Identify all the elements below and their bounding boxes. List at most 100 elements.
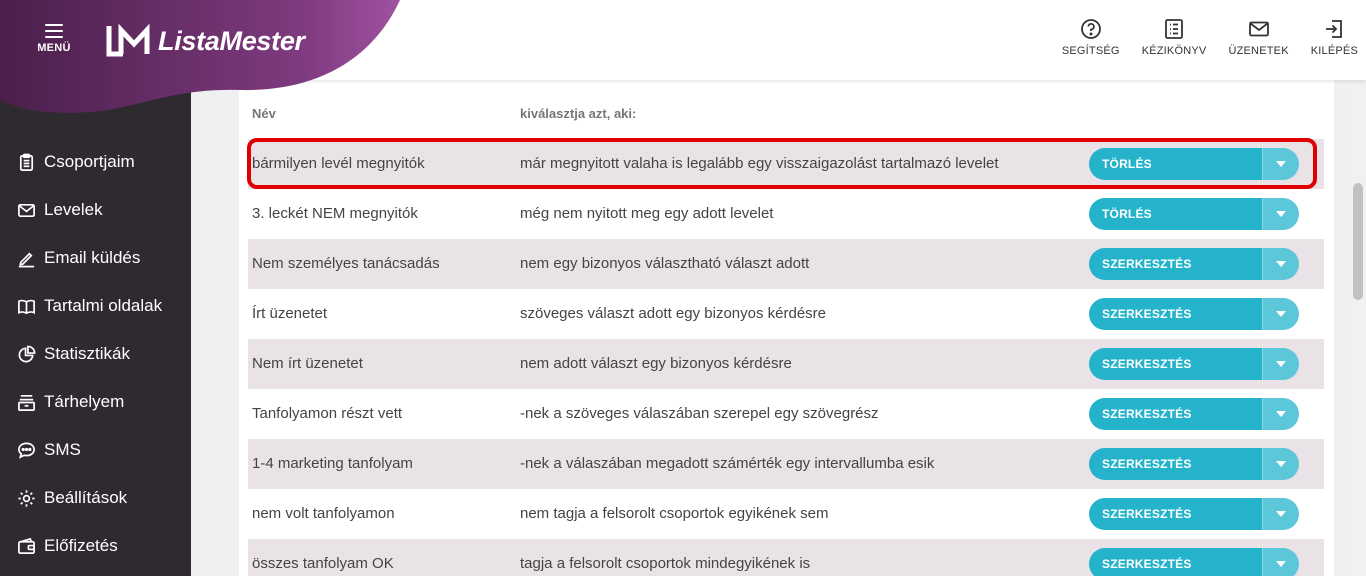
hamburger-icon <box>45 24 63 38</box>
row-action-button: SZERKESZTÉS <box>1089 298 1299 330</box>
sidebar-item-label: SMS <box>44 440 81 459</box>
row-name: Nem írt üzenetet <box>252 355 363 372</box>
action-dropdown-toggle[interactable] <box>1262 348 1299 380</box>
row-name: Tanfolyamon részt vett <box>252 405 403 422</box>
logo[interactable]: ListaMester <box>104 24 305 58</box>
help-label: SEGÍTSÉG <box>1061 45 1120 57</box>
caret-down-icon <box>1276 311 1286 317</box>
logo-text: ListaMester <box>158 25 305 56</box>
action-dropdown-toggle[interactable] <box>1262 548 1299 576</box>
table-row: 1-4 marketing tanfolyam -nek a válaszába… <box>248 439 1324 489</box>
row-name: 1-4 marketing tanfolyam <box>252 455 413 472</box>
table-row: Nem személyes tanácsadás nem egy bizonyo… <box>248 239 1324 289</box>
messages-button[interactable]: ÜZENETEK <box>1228 18 1289 57</box>
sidebar-item-tarhelyem[interactable]: Tárhelyem <box>0 378 191 426</box>
action-dropdown-toggle[interactable] <box>1262 448 1299 480</box>
table-body: bármilyen levél megnyitók már megnyitott… <box>248 139 1324 576</box>
row-condition: nem egy bizonyos választható választ ado… <box>520 255 810 272</box>
sidebar-item-label: Beállítások <box>44 488 128 507</box>
caret-down-icon <box>1276 361 1286 367</box>
chat-icon <box>16 440 36 460</box>
table-row: összes tanfolyam OK tagja a felsorolt cs… <box>248 539 1324 576</box>
action-dropdown-toggle[interactable] <box>1262 248 1299 280</box>
caret-down-icon <box>1276 511 1286 517</box>
edit-button[interactable]: SZERKESZTÉS <box>1089 248 1262 280</box>
storage-icon <box>16 392 36 412</box>
row-name: 3. leckét NEM megnyitók <box>252 205 418 222</box>
caret-down-icon <box>1276 211 1286 217</box>
edit-button[interactable]: SZERKESZTÉS <box>1089 548 1262 576</box>
row-name: összes tanfolyam OK <box>252 555 394 572</box>
sidebar-item-statisztikak[interactable]: Statisztikák <box>0 330 191 378</box>
action-dropdown-toggle[interactable] <box>1262 198 1299 230</box>
pie-chart-icon <box>16 344 36 364</box>
row-action-button: SZERKESZTÉS <box>1089 548 1299 576</box>
delete-button[interactable]: TÖRLÉS <box>1089 198 1262 230</box>
mail-icon <box>1248 21 1269 37</box>
sidebar-item-levelek[interactable]: Levelek <box>0 186 191 234</box>
edit-button[interactable]: SZERKESZTÉS <box>1089 348 1262 380</box>
header-actions: SEGÍTSÉG KÉZIKÖNYV ÜZENETEK KILÉPÉS <box>1040 18 1358 57</box>
sidebar-item-tartalmi-oldalak[interactable]: Tartalmi oldalak <box>0 282 191 330</box>
row-name: nem volt tanfolyamon <box>252 505 395 522</box>
row-condition: -nek a szöveges válaszában szerepel egy … <box>520 405 879 422</box>
edit-button[interactable]: SZERKESZTÉS <box>1089 448 1262 480</box>
sidebar-nav: Csoportjaim Levelek Email küldés Tartalm… <box>0 138 191 570</box>
scrollbar-thumb[interactable] <box>1353 183 1363 300</box>
help-icon <box>1080 19 1101 39</box>
table-row: Írt üzenetet szöveges választ adott egy … <box>248 289 1324 339</box>
manual-button[interactable]: KÉZIKÖNYV <box>1142 18 1207 57</box>
logout-label: KILÉPÉS <box>1310 45 1358 57</box>
row-condition: nem adott választ egy bizonyos kérdésre <box>520 355 792 372</box>
book-icon <box>16 296 36 316</box>
sidebar-item-beallitasok[interactable]: Beállítások <box>0 474 191 522</box>
table-row: Nem írt üzenetet nem adott választ egy b… <box>248 339 1324 389</box>
column-header-condition: kiválasztja azt, aki: <box>520 106 637 121</box>
caret-down-icon <box>1276 561 1286 567</box>
row-condition: még nem nyitott meg egy adott levelet <box>520 205 774 222</box>
row-action-button: TÖRLÉS <box>1089 198 1299 230</box>
manual-icon <box>1165 19 1183 39</box>
help-button[interactable]: SEGÍTSÉG <box>1062 18 1120 57</box>
sidebar-item-elofizetes[interactable]: Előfizetés <box>0 522 191 570</box>
edit-button[interactable]: SZERKESZTÉS <box>1089 498 1262 530</box>
manual-label: KÉZIKÖNYV <box>1141 45 1207 57</box>
caret-down-icon <box>1276 261 1286 267</box>
sidebar-item-sms[interactable]: SMS <box>0 426 191 474</box>
envelope-icon <box>16 200 36 220</box>
table-row: Tanfolyamon részt vett -nek a szöveges v… <box>248 389 1324 439</box>
row-action-button: SZERKESZTÉS <box>1089 448 1299 480</box>
sidebar-item-email-kuldes[interactable]: Email küldés <box>0 234 191 282</box>
brand-background <box>0 0 400 113</box>
caret-down-icon <box>1276 411 1286 417</box>
sidebar-item-label: Előfizetés <box>44 536 118 555</box>
wallet-icon <box>16 536 36 556</box>
sidebar-item-csoportjaim[interactable]: Csoportjaim <box>0 138 191 186</box>
gear-icon <box>16 488 36 508</box>
row-condition: -nek a válaszában megadott számérték egy… <box>520 455 935 472</box>
sidebar-item-label: Statisztikák <box>44 344 130 363</box>
table-row: 3. leckét NEM megnyitók még nem nyitott … <box>248 189 1324 239</box>
highlight-annotation <box>247 138 1317 189</box>
page-scrollbar[interactable] <box>1349 80 1366 576</box>
clipboard-icon <box>16 152 36 172</box>
edit-button[interactable]: SZERKESZTÉS <box>1089 298 1262 330</box>
logout-icon <box>1326 20 1343 38</box>
edit-button[interactable]: SZERKESZTÉS <box>1089 398 1262 430</box>
menu-label: MENÜ <box>37 42 71 54</box>
sidebar-item-label: Levelek <box>44 200 103 219</box>
sidebar-item-label: Tárhelyem <box>44 392 125 411</box>
logout-button[interactable]: KILÉPÉS <box>1311 18 1358 57</box>
logo-mark-icon <box>106 24 150 57</box>
row-name: Nem személyes tanácsadás <box>252 255 440 272</box>
row-condition: nem tagja a felsorolt csoportok egyikéne… <box>520 505 829 522</box>
menu-button[interactable]: MENÜ <box>30 24 78 54</box>
action-dropdown-toggle[interactable] <box>1262 398 1299 430</box>
sidebar-item-label: Email küldés <box>44 248 141 267</box>
sidebar-item-label: Tartalmi oldalak <box>44 296 163 315</box>
sidebar-item-label: Csoportjaim <box>44 152 135 171</box>
row-condition: tagja a felsorolt csoportok mindegyikéne… <box>520 555 811 572</box>
action-dropdown-toggle[interactable] <box>1262 498 1299 530</box>
row-action-button: SZERKESZTÉS <box>1089 398 1299 430</box>
action-dropdown-toggle[interactable] <box>1262 298 1299 330</box>
